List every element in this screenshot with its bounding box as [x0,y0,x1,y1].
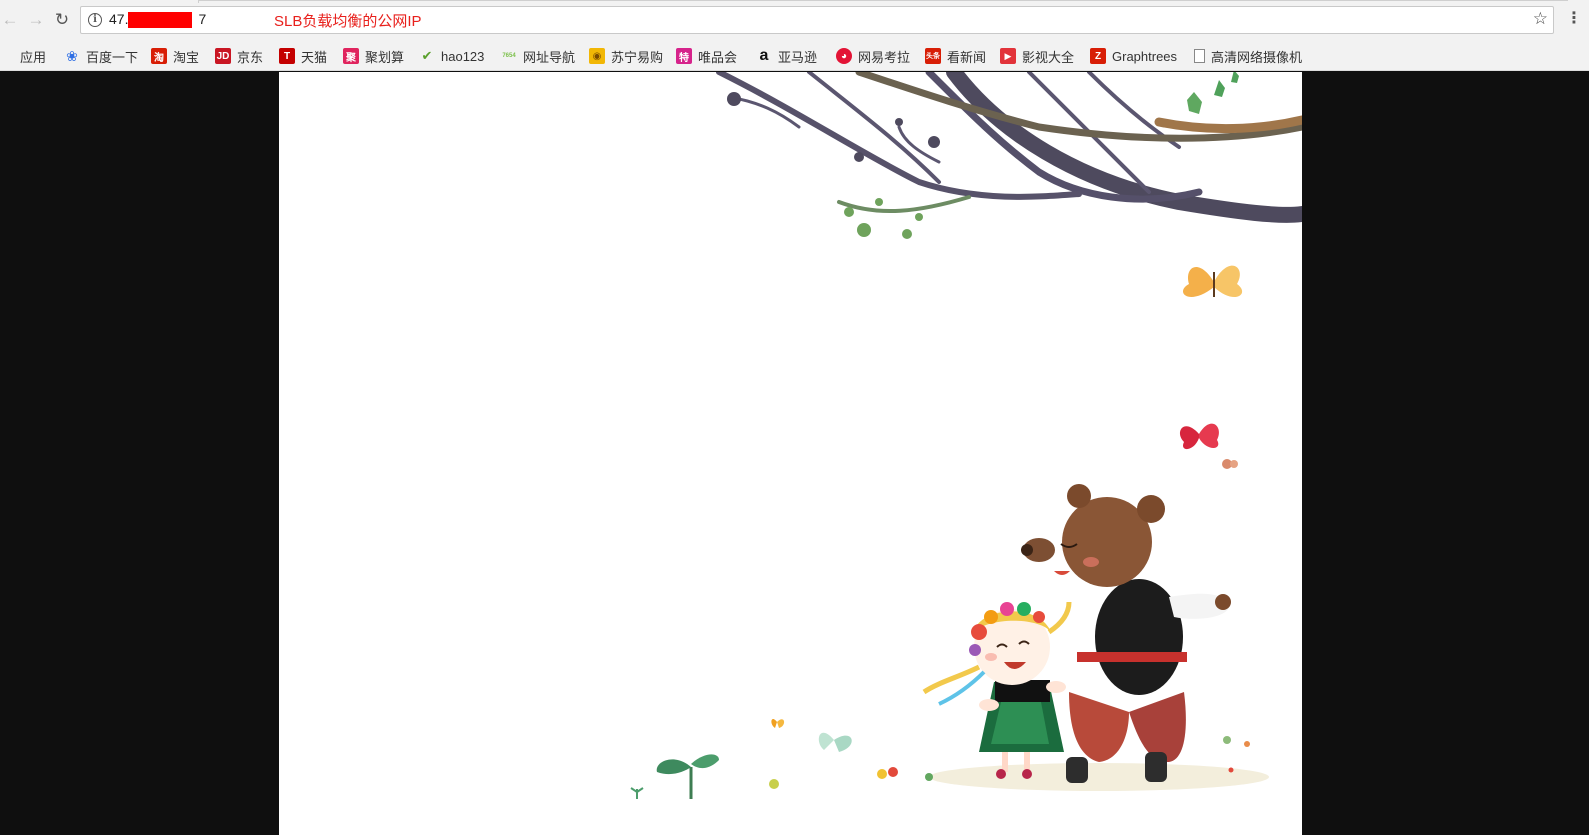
bookmarks-bar: 应用 ❀ 百度一下 淘 淘宝 JD 京东 T 天猫 聚 聚划算 ✔ hao123… [0,40,1589,71]
bookmark-label: 天猫 [301,49,328,65]
info-icon[interactable]: i [88,13,102,27]
amazon-icon: a [759,47,769,64]
bookmark-label: 唯品会 [698,49,738,65]
bookmark-label: 聚划算 [365,49,405,65]
bookmark-baidu[interactable]: ❀ 百度一下 [64,46,138,66]
jd-icon: JD [215,48,231,64]
news-icon: 头条 [925,48,941,64]
bookmark-label: 看新闻 [947,49,987,65]
bookmark-juhuasuan[interactable]: 聚 聚划算 [343,46,404,66]
butterfly-small [1222,459,1238,469]
7654-icon: 7654 [502,53,516,59]
vip-icon: 特 [676,48,692,64]
bookmark-graphtrees[interactable]: Z Graphtrees [1090,46,1177,66]
bookmark-label: 亚马逊 [778,49,818,65]
sprout [630,754,719,799]
juhuasuan-icon: 聚 [343,48,359,64]
bookmark-apps[interactable]: 应用 [0,46,46,66]
bookmark-taobao[interactable]: 淘 淘宝 [151,46,199,66]
bookmark-jd[interactable]: JD 京东 [215,46,263,66]
bookmark-amazon[interactable]: a 亚马逊 [756,46,817,66]
bookmark-label: 高清网络摄像机 [1211,49,1303,65]
kaola-icon: ◕ [836,48,852,64]
bookmark-video[interactable]: ▶ 影视大全 [1000,46,1074,66]
bookmark-tmall[interactable]: T 天猫 [279,46,327,66]
hao123-icon: ✔ [421,48,433,63]
bookmark-hao123[interactable]: ✔ hao123 [419,46,485,66]
menu-icon[interactable]: ⋮ [1566,10,1582,30]
bookmark-label: Graphtrees [1112,48,1178,64]
bear-and-girl-illustration [630,72,1302,799]
bookmark-news[interactable]: 头条 看新闻 [925,46,986,66]
tmall-icon: T [279,48,295,64]
bookmark-kaola[interactable]: ◕ 网易考拉 [836,46,910,66]
back-icon[interactable]: ← [0,10,20,30]
apps-grid-icon [0,49,14,63]
star-icon[interactable]: ☆ [1533,9,1548,29]
graphtrees-icon: Z [1090,48,1106,64]
baidu-paw-icon: ❀ [66,47,78,64]
address-bar[interactable]: i 47. 7 SLB负载均衡的公网IP ☆ [80,6,1554,34]
reload-icon[interactable]: ↻ [52,10,72,30]
bookmark-label: 苏宁易购 [611,49,664,65]
butterfly-red [1179,423,1219,450]
bookmark-label: 淘宝 [173,49,200,65]
butterfly-yellow [1183,265,1243,298]
bookmark-label: hao123 [441,48,485,64]
bookmark-label: 网址导航 [523,49,576,65]
bookmark-label: 影视大全 [1022,49,1075,65]
bookmark-label: 百度一下 [86,49,139,65]
ground-shadow [929,763,1269,791]
butterfly-orange [771,718,785,728]
bookmark-label: 应用 [20,49,47,65]
taobao-icon: 淘 [151,48,167,64]
bookmark-label: 网易考拉 [858,49,911,65]
bookmark-7654[interactable]: 7654 网址导航 [501,46,575,66]
annotation-label: SLB负载均衡的公网IP [274,13,422,30]
page-canvas [279,72,1302,835]
redaction-mark [128,12,192,28]
browser-toolbar: ← → ↻ i 47. 7 SLB负载均衡的公网IP ☆ ⋮ [0,0,1589,40]
bookmark-vip[interactable]: 特 唯品会 [676,46,737,66]
bookmark-label: 京东 [237,49,264,65]
page-icon [1194,49,1205,63]
girl [922,601,1072,779]
suning-icon: ◉ [589,48,605,64]
butterfly-mint [818,732,852,752]
bookmark-camera[interactable]: 高清网络摄像机 [1194,46,1302,66]
video-icon: ▶ [1000,48,1016,64]
bookmark-suning[interactable]: ◉ 苏宁易购 [589,46,663,66]
tab-strip-edge [198,0,1568,3]
forward-icon[interactable]: → [26,10,46,30]
